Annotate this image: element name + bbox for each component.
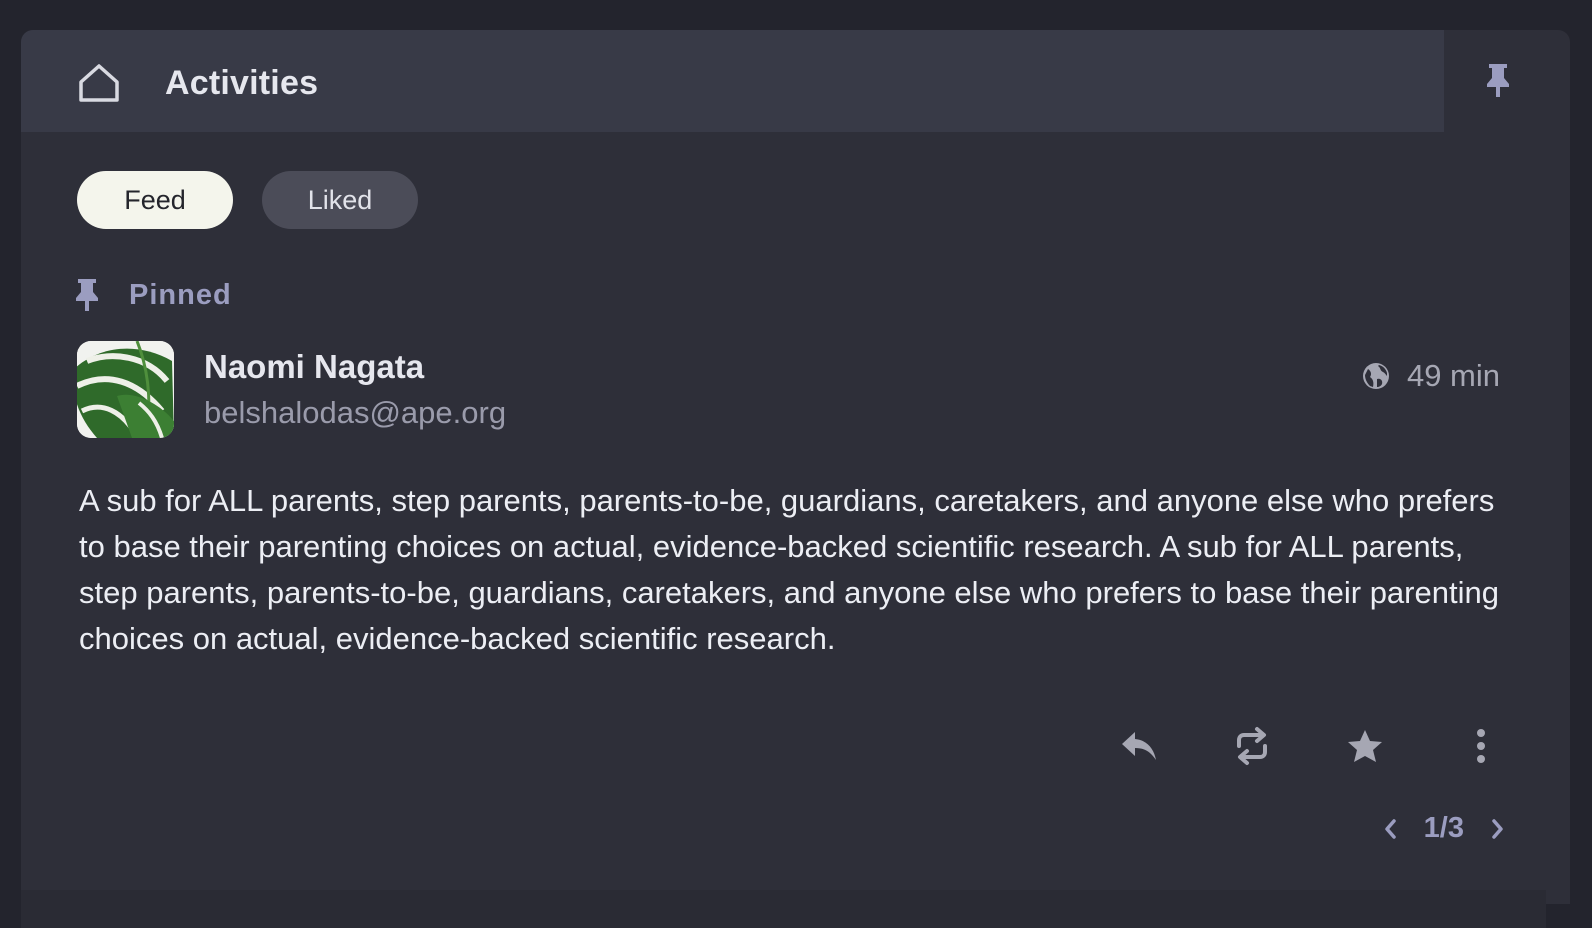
home-icon: [79, 64, 119, 102]
next-panel-edge: [21, 890, 1546, 928]
more-button[interactable]: [1461, 726, 1501, 766]
panel-header: Activities: [21, 30, 1444, 132]
activities-panel: Activities Feed Liked Pinned Naomi Nagat…: [21, 30, 1570, 904]
post-time[interactable]: 49 min: [1407, 358, 1500, 394]
avatar[interactable]: [77, 341, 174, 438]
chevron-left-icon: [1384, 818, 1396, 839]
next-page-button[interactable]: [1484, 815, 1512, 843]
star-icon: [1348, 730, 1382, 762]
post-meta: 49 min: [1361, 358, 1500, 394]
favourite-button[interactable]: [1345, 726, 1385, 766]
pin-icon[interactable]: [1481, 62, 1515, 98]
post-actions: [21, 726, 1570, 766]
author-name[interactable]: Naomi Nagata: [204, 348, 424, 386]
repost-button[interactable]: [1232, 726, 1272, 766]
chevron-right-icon: [1492, 818, 1503, 839]
tab-liked[interactable]: Liked: [262, 171, 418, 229]
repost-icon: [1237, 727, 1267, 765]
reply-button[interactable]: [1119, 726, 1159, 766]
tab-feed[interactable]: Feed: [77, 171, 233, 229]
monstera-leaf-avatar-image: [77, 341, 174, 438]
more-icon: [1477, 729, 1485, 763]
globe-icon: [1362, 363, 1389, 389]
author-handle: belshalodas@ape.org: [204, 395, 507, 430]
pinned-indicator: Pinned: [75, 278, 232, 312]
page-title: Activities: [165, 64, 319, 102]
page-indicator: 1/3: [1423, 812, 1464, 844]
previous-page-button[interactable]: [1376, 815, 1404, 843]
pagination: 1/3: [1376, 812, 1512, 845]
post-body: A sub for ALL parents, step parents, par…: [79, 483, 1499, 656]
reply-icon: [1122, 732, 1156, 760]
pinned-label: Pinned: [129, 278, 232, 311]
tab-bar: Feed Liked: [77, 171, 418, 229]
pin-icon: [76, 279, 98, 311]
